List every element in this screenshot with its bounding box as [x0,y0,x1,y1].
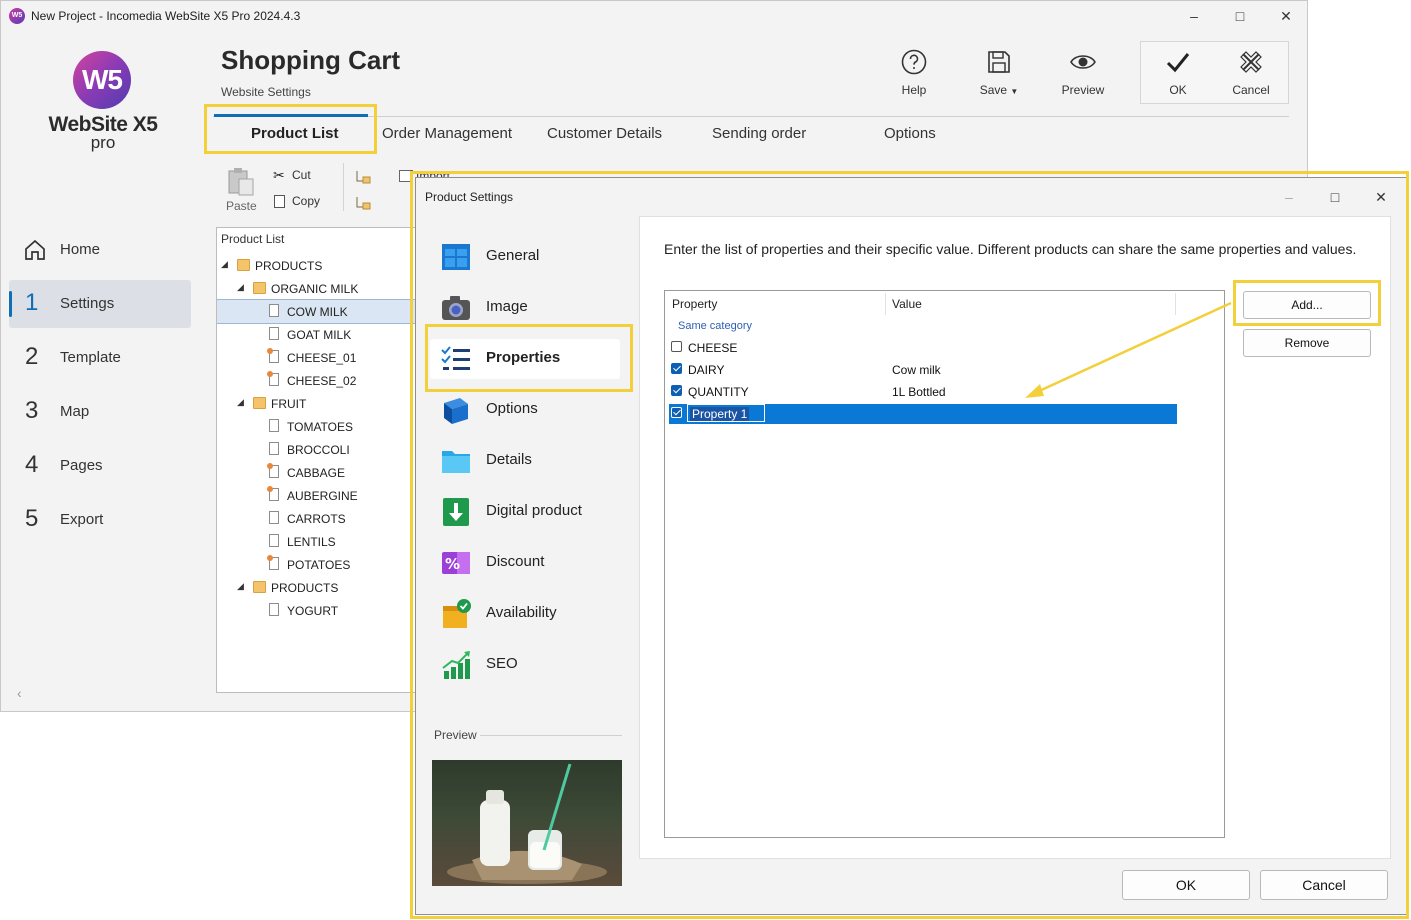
callout-arrow [1025,301,1232,398]
